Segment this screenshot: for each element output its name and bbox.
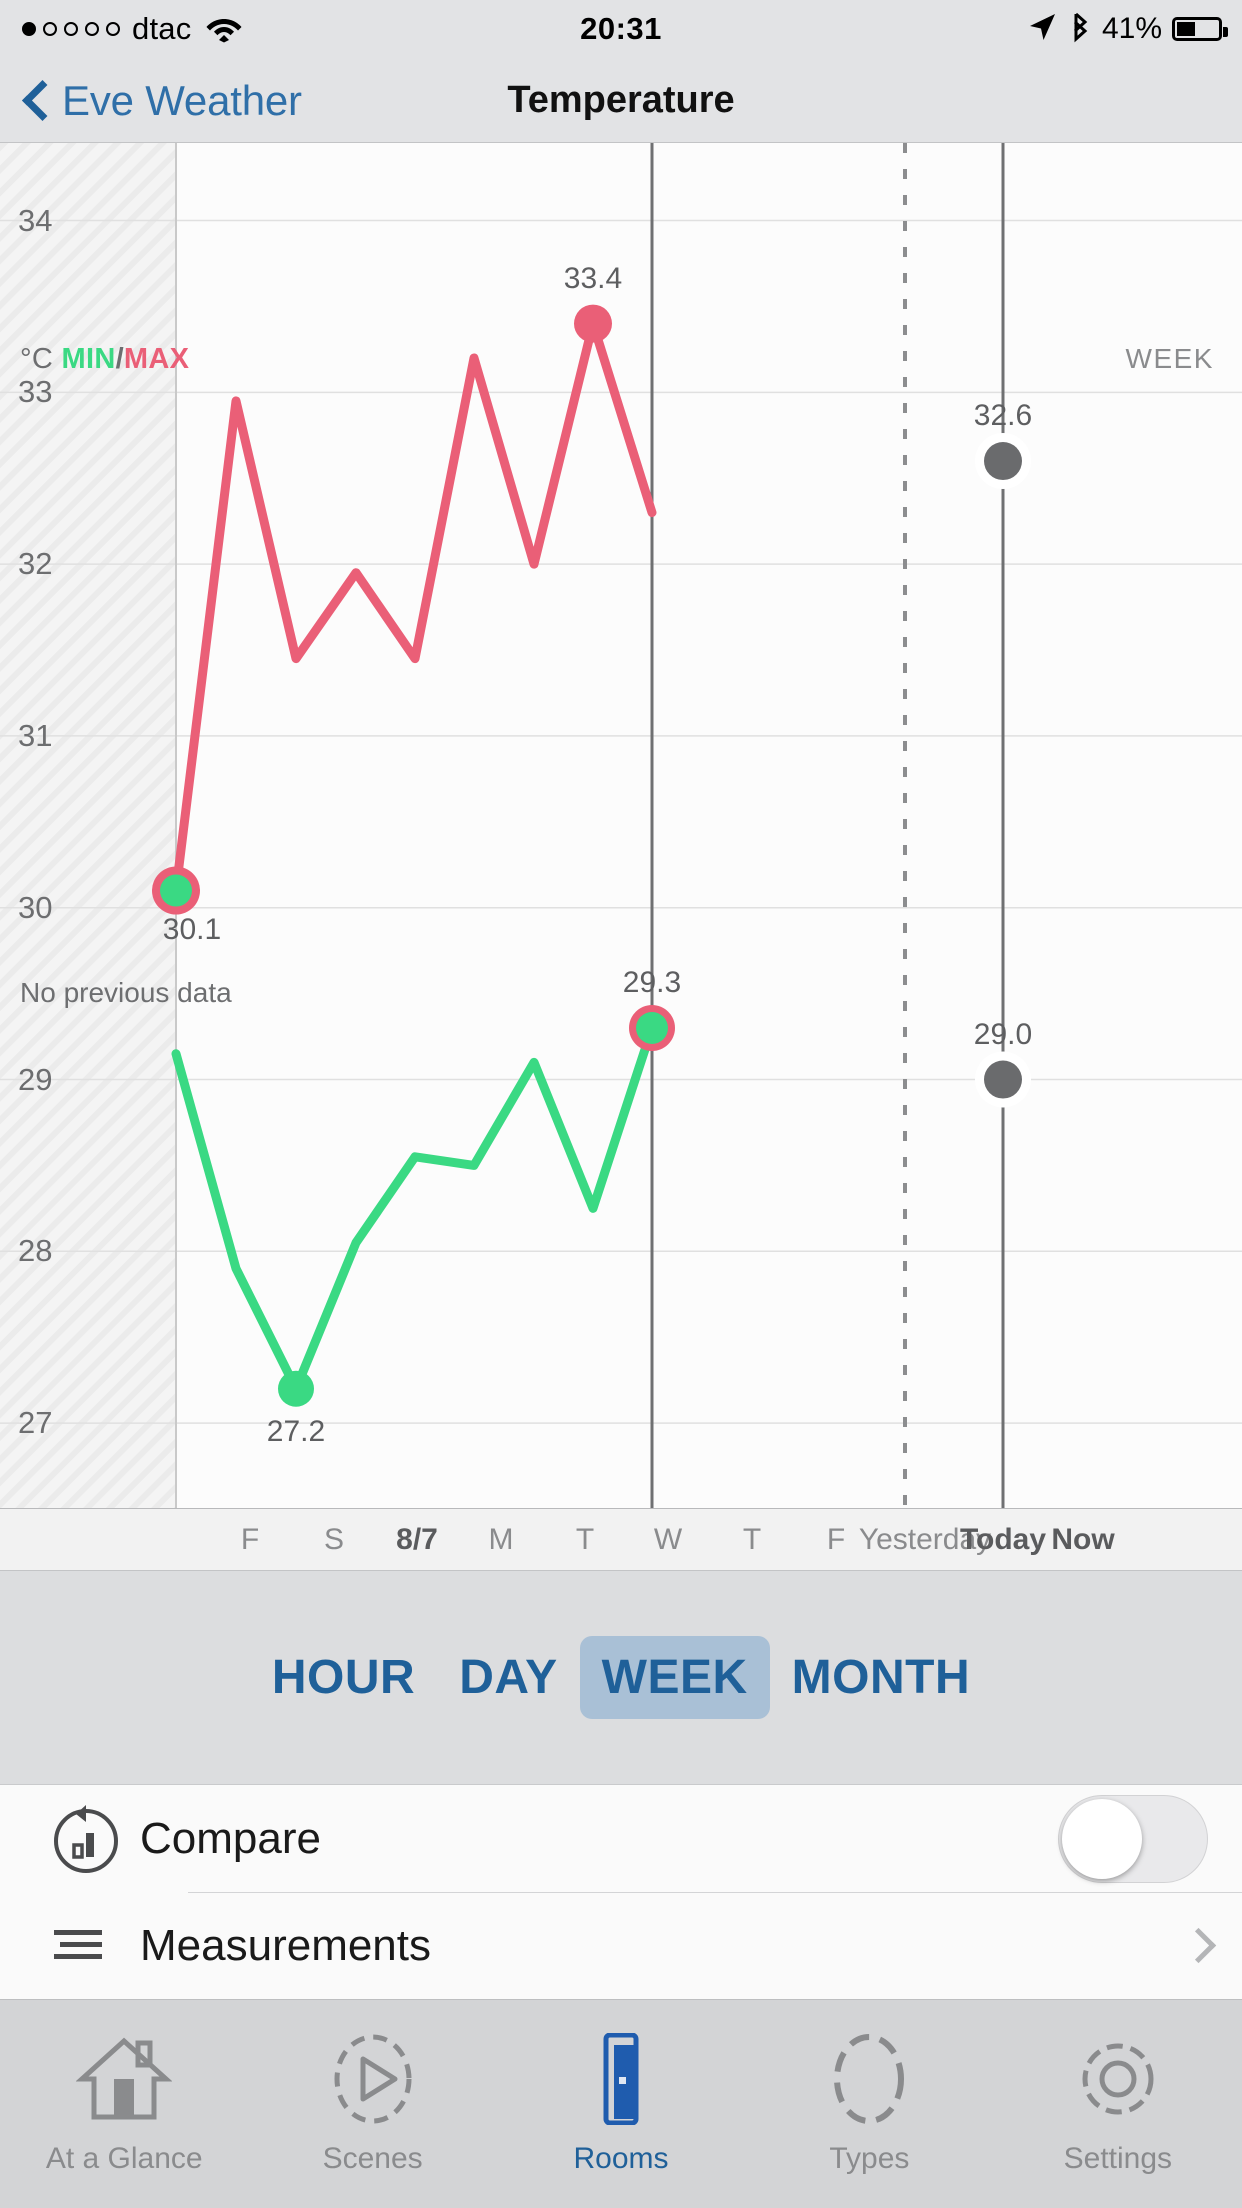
x-axis-tick: T bbox=[742, 1522, 762, 1556]
chevron-right-icon bbox=[1186, 1927, 1208, 1965]
tab-settings[interactable]: Settings bbox=[994, 2000, 1242, 2208]
compare-chart-icon bbox=[48, 1801, 140, 1877]
list-lines-icon bbox=[48, 1916, 140, 1976]
legend-separator: / bbox=[115, 343, 124, 375]
tab-at-a-glance[interactable]: At a Glance bbox=[0, 2000, 248, 2208]
compare-row-label: Compare bbox=[140, 1813, 321, 1863]
point-label-min-last: 29.3 bbox=[622, 965, 682, 999]
tab-label: Rooms bbox=[573, 2141, 669, 2175]
options-list: Compare Measurements bbox=[0, 1784, 1242, 1999]
tab-label: Scenes bbox=[322, 2141, 423, 2175]
tab-rooms[interactable]: Rooms bbox=[497, 2000, 745, 2208]
x-axis-tick: S bbox=[323, 1522, 345, 1556]
battery-percent-label: 41% bbox=[1101, 12, 1162, 45]
point-label-min-start: 30.1 bbox=[162, 912, 222, 946]
dashed-circle-icon bbox=[821, 2033, 917, 2130]
toggle-knob bbox=[1062, 1798, 1142, 1879]
y-axis-tick: 30 bbox=[18, 889, 53, 925]
battery-icon bbox=[1172, 17, 1228, 41]
play-circle-icon bbox=[325, 2033, 421, 2130]
tab-types[interactable]: Types bbox=[745, 2000, 993, 2208]
y-axis-tick: 27 bbox=[18, 1405, 53, 1441]
x-axis-tick: M bbox=[488, 1522, 514, 1556]
status-bar-right: 41% bbox=[1026, 10, 1228, 49]
x-axis: F S 8/7 M T W T F Yesterday Today Now bbox=[0, 1509, 1242, 1571]
range-option-hour[interactable]: HOUR bbox=[250, 1636, 437, 1719]
x-axis-tick: Now bbox=[1051, 1522, 1115, 1556]
x-axis-tick: W bbox=[653, 1522, 683, 1556]
x-axis-tick: Today bbox=[959, 1522, 1047, 1556]
x-axis-tick: F bbox=[826, 1522, 846, 1556]
measurements-row-label: Measurements bbox=[140, 1920, 432, 1970]
page-title: Temperature bbox=[507, 79, 735, 121]
x-axis-tick: F bbox=[240, 1522, 260, 1556]
tab-label: At a Glance bbox=[45, 2141, 203, 2175]
range-segmented-control[interactable]: HOUR DAY WEEK MONTH bbox=[250, 1636, 992, 1719]
legend-min-label: MIN bbox=[61, 343, 116, 375]
range-option-month[interactable]: MONTH bbox=[770, 1636, 992, 1719]
y-axis-tick: 32 bbox=[18, 546, 53, 582]
compare-toggle[interactable] bbox=[1058, 1794, 1208, 1883]
tab-label: Types bbox=[829, 2141, 910, 2175]
tab-label: Settings bbox=[1063, 2141, 1173, 2175]
house-icon bbox=[75, 2033, 173, 2130]
tab-scenes[interactable]: Scenes bbox=[248, 2000, 496, 2208]
range-option-week[interactable]: WEEK bbox=[579, 1636, 770, 1719]
bluetooth-icon bbox=[1068, 10, 1092, 49]
y-axis-tick: 28 bbox=[18, 1233, 53, 1269]
chart-legend: °C MIN/MAX bbox=[20, 343, 189, 376]
measurements-row[interactable]: Measurements bbox=[0, 1892, 1242, 1999]
status-bar: dtac 20:31 41% bbox=[0, 0, 1242, 58]
door-icon bbox=[573, 2032, 669, 2130]
y-axis-tick: 33 bbox=[18, 374, 53, 410]
y-axis-tick: 29 bbox=[18, 1061, 53, 1097]
y-axis-tick: 31 bbox=[18, 717, 53, 753]
point-label-now-min: 29.0 bbox=[973, 1017, 1033, 1051]
chart-range-badge: WEEK bbox=[1125, 343, 1214, 374]
range-selector-area: HOUR DAY WEEK MONTH bbox=[0, 1571, 1242, 1784]
navigation-bar: Eve Weather Temperature bbox=[0, 58, 1242, 143]
app-root: dtac 20:31 41% Eve Weather Temperature °… bbox=[0, 0, 1242, 2208]
x-axis-tick: 8/7 bbox=[396, 1522, 438, 1556]
tab-bar: At a Glance Scenes Rooms Types Settings bbox=[0, 1999, 1242, 2208]
legend-unit: °C bbox=[20, 343, 54, 375]
legend-max-label: MAX bbox=[123, 343, 190, 375]
x-axis-tick: T bbox=[575, 1522, 595, 1556]
point-label-min-low: 27.2 bbox=[266, 1414, 326, 1448]
location-arrow-icon bbox=[1026, 11, 1058, 48]
compare-row[interactable]: Compare bbox=[0, 1785, 1242, 1892]
temperature-chart[interactable]: °C MIN/MAX WEEK No previous data 34 33 32 3… bbox=[0, 143, 1242, 1509]
gear-icon bbox=[1070, 2033, 1166, 2130]
range-option-day[interactable]: DAY bbox=[437, 1636, 579, 1719]
no-previous-data-note: No previous data bbox=[20, 977, 232, 1008]
y-axis-tick: 34 bbox=[18, 202, 53, 238]
point-label-max-peak: 33.4 bbox=[563, 261, 623, 295]
point-label-now-max: 32.6 bbox=[973, 399, 1033, 433]
